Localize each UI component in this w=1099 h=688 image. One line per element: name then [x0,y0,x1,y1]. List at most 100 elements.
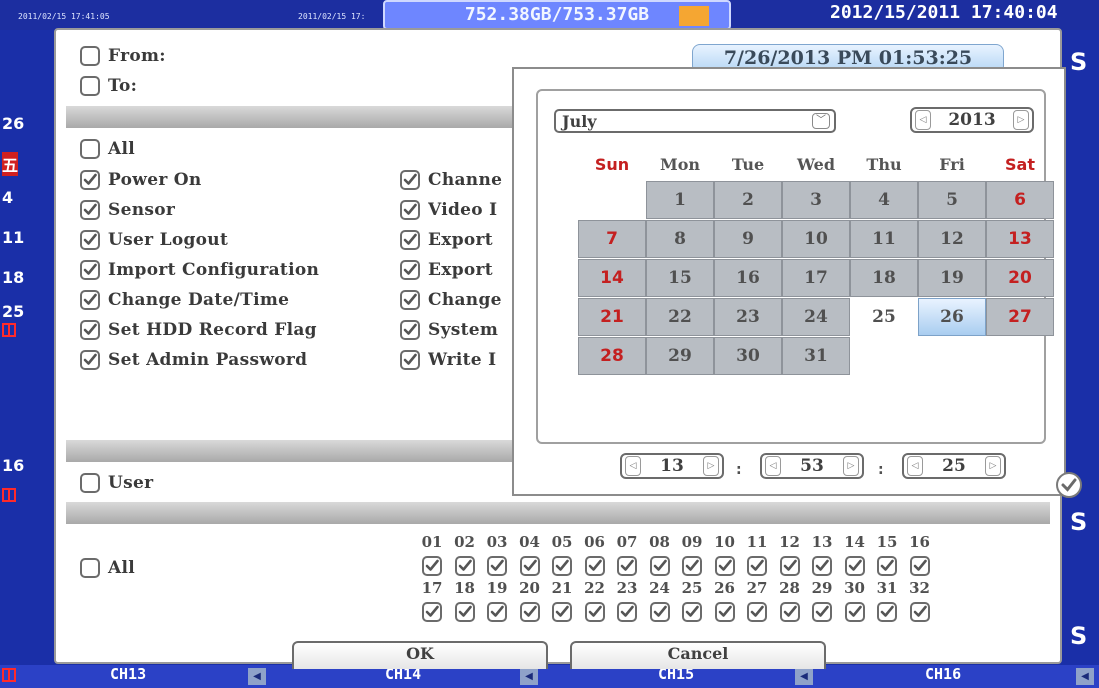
channel-checkbox[interactable] [812,602,832,622]
minute-prev-icon[interactable]: ◁ [765,456,781,476]
event-option-checkbox[interactable] [80,200,100,220]
channel-checkbox[interactable] [454,602,475,622]
event-option-row[interactable]: System [400,320,510,340]
event-option-checkbox[interactable] [80,230,100,250]
event-option-row[interactable]: Write I [400,350,510,370]
channel-checkbox[interactable] [649,602,670,622]
speaker-icon[interactable]: ◀ [1076,668,1094,685]
calendar-day[interactable]: 2 [714,181,782,219]
event-option-row[interactable]: Power On [80,170,202,190]
cancel-button[interactable]: Cancel [570,641,826,669]
calendar-day[interactable]: 31 [782,337,850,375]
calendar-day[interactable]: 30 [714,337,782,375]
second-prev-icon[interactable]: ◁ [907,456,923,476]
calendar-day[interactable]: 29 [646,337,714,375]
calendar-day[interactable]: 13 [986,220,1054,258]
hour-next-icon[interactable]: ▷ [703,456,719,476]
event-option-row[interactable]: Channe [400,170,510,190]
channel-checkbox[interactable] [519,602,540,622]
hour-spinner[interactable]: ◁ 13 ▷ [620,453,724,479]
channel-checkbox[interactable] [519,556,540,576]
calendar-day[interactable]: 16 [714,259,782,297]
month-select[interactable]: July ﹀ [554,109,836,133]
channel-checkbox[interactable] [844,556,865,576]
channel-checkbox[interactable] [552,602,572,622]
calendar-day[interactable]: 11 [850,220,918,258]
all-events-row[interactable]: All [80,139,135,159]
speaker-icon[interactable]: ◀ [795,668,813,685]
event-option-row[interactable]: Export [400,230,510,250]
event-option-checkbox[interactable] [400,200,420,220]
channel-checkbox[interactable] [649,556,670,576]
channel-checkbox[interactable] [422,602,442,622]
event-option-checkbox[interactable] [400,290,420,310]
calendar-day[interactable]: 6 [986,181,1054,219]
channel-checkbox[interactable] [584,556,605,576]
year-prev-icon[interactable]: ◁ [915,110,931,130]
channel-checkbox[interactable] [779,556,800,576]
all-events-checkbox[interactable] [80,139,100,159]
calendar-day[interactable]: 25 [850,298,918,336]
second-spinner[interactable]: ◁ 25 ▷ [902,453,1006,479]
channel-checkbox[interactable] [909,556,930,576]
calendar-day[interactable]: 28 [578,337,646,375]
calendar-day[interactable]: 9 [714,220,782,258]
event-option-checkbox[interactable] [400,260,420,280]
calendar-day[interactable]: 4 [850,181,918,219]
channel-checkbox[interactable] [747,602,767,622]
event-option-checkbox[interactable] [80,170,100,190]
year-spinner[interactable]: ◁ 2013 ▷ [910,107,1034,133]
calendar-day[interactable]: 15 [646,259,714,297]
channel-checkbox[interactable] [877,556,897,576]
user-checkbox[interactable] [80,473,100,493]
channel-checkbox[interactable] [487,602,507,622]
event-option-row[interactable]: Set Admin Password [80,350,307,370]
calendar-day[interactable]: 18 [850,259,918,297]
year-next-icon[interactable]: ▷ [1013,110,1029,130]
channel-checkbox[interactable] [487,556,507,576]
calendar-day[interactable]: 23 [714,298,782,336]
hour-prev-icon[interactable]: ◁ [625,456,641,476]
calendar-day[interactable]: 20 [986,259,1054,297]
event-option-row[interactable]: User Logout [80,230,228,250]
second-next-icon[interactable]: ▷ [985,456,1001,476]
from-row[interactable]: From: [80,46,166,66]
calendar-day[interactable]: 3 [782,181,850,219]
user-row[interactable]: User [80,473,153,493]
calendar-day[interactable]: 27 [986,298,1054,336]
channel-checkbox[interactable] [779,602,800,622]
channel-checkbox[interactable] [682,602,702,622]
channel-checkbox[interactable] [617,556,637,576]
chevron-down-icon[interactable]: ﹀ [812,113,830,129]
minute-spinner[interactable]: ◁ 53 ▷ [760,453,864,479]
calendar-day[interactable]: 17 [782,259,850,297]
channel-label[interactable]: CH13 [110,665,146,683]
speaker-icon[interactable]: ◀ [520,668,538,685]
channel-label[interactable]: CH16 [925,665,961,683]
event-option-row[interactable]: Export [400,260,510,280]
channel-checkbox[interactable] [617,602,637,622]
channel-checkbox[interactable] [422,556,442,576]
event-option-checkbox[interactable] [80,290,100,310]
calendar-day[interactable]: 26 [918,298,986,336]
calendar-day[interactable]: 1 [646,181,714,219]
channel-checkbox[interactable] [844,602,865,622]
to-row[interactable]: To: [80,76,137,96]
calendar-day[interactable]: 14 [578,259,646,297]
calendar-day[interactable]: 5 [918,181,986,219]
calendar-day[interactable]: 8 [646,220,714,258]
channel-checkbox[interactable] [454,556,475,576]
channel-checkbox[interactable] [714,602,735,622]
event-option-row[interactable]: Set HDD Record Flag [80,320,317,340]
event-option-checkbox[interactable] [400,170,420,190]
channel-checkbox[interactable] [909,602,930,622]
event-option-row[interactable]: Sensor [80,200,175,220]
event-option-checkbox[interactable] [80,350,100,370]
calendar-day[interactable]: 24 [782,298,850,336]
channel-checkbox[interactable] [877,602,897,622]
event-option-row[interactable]: Video I [400,200,510,220]
event-option-checkbox[interactable] [400,230,420,250]
event-option-checkbox[interactable] [400,320,420,340]
speaker-icon[interactable]: ◀ [248,668,266,685]
from-checkbox[interactable] [80,46,100,66]
